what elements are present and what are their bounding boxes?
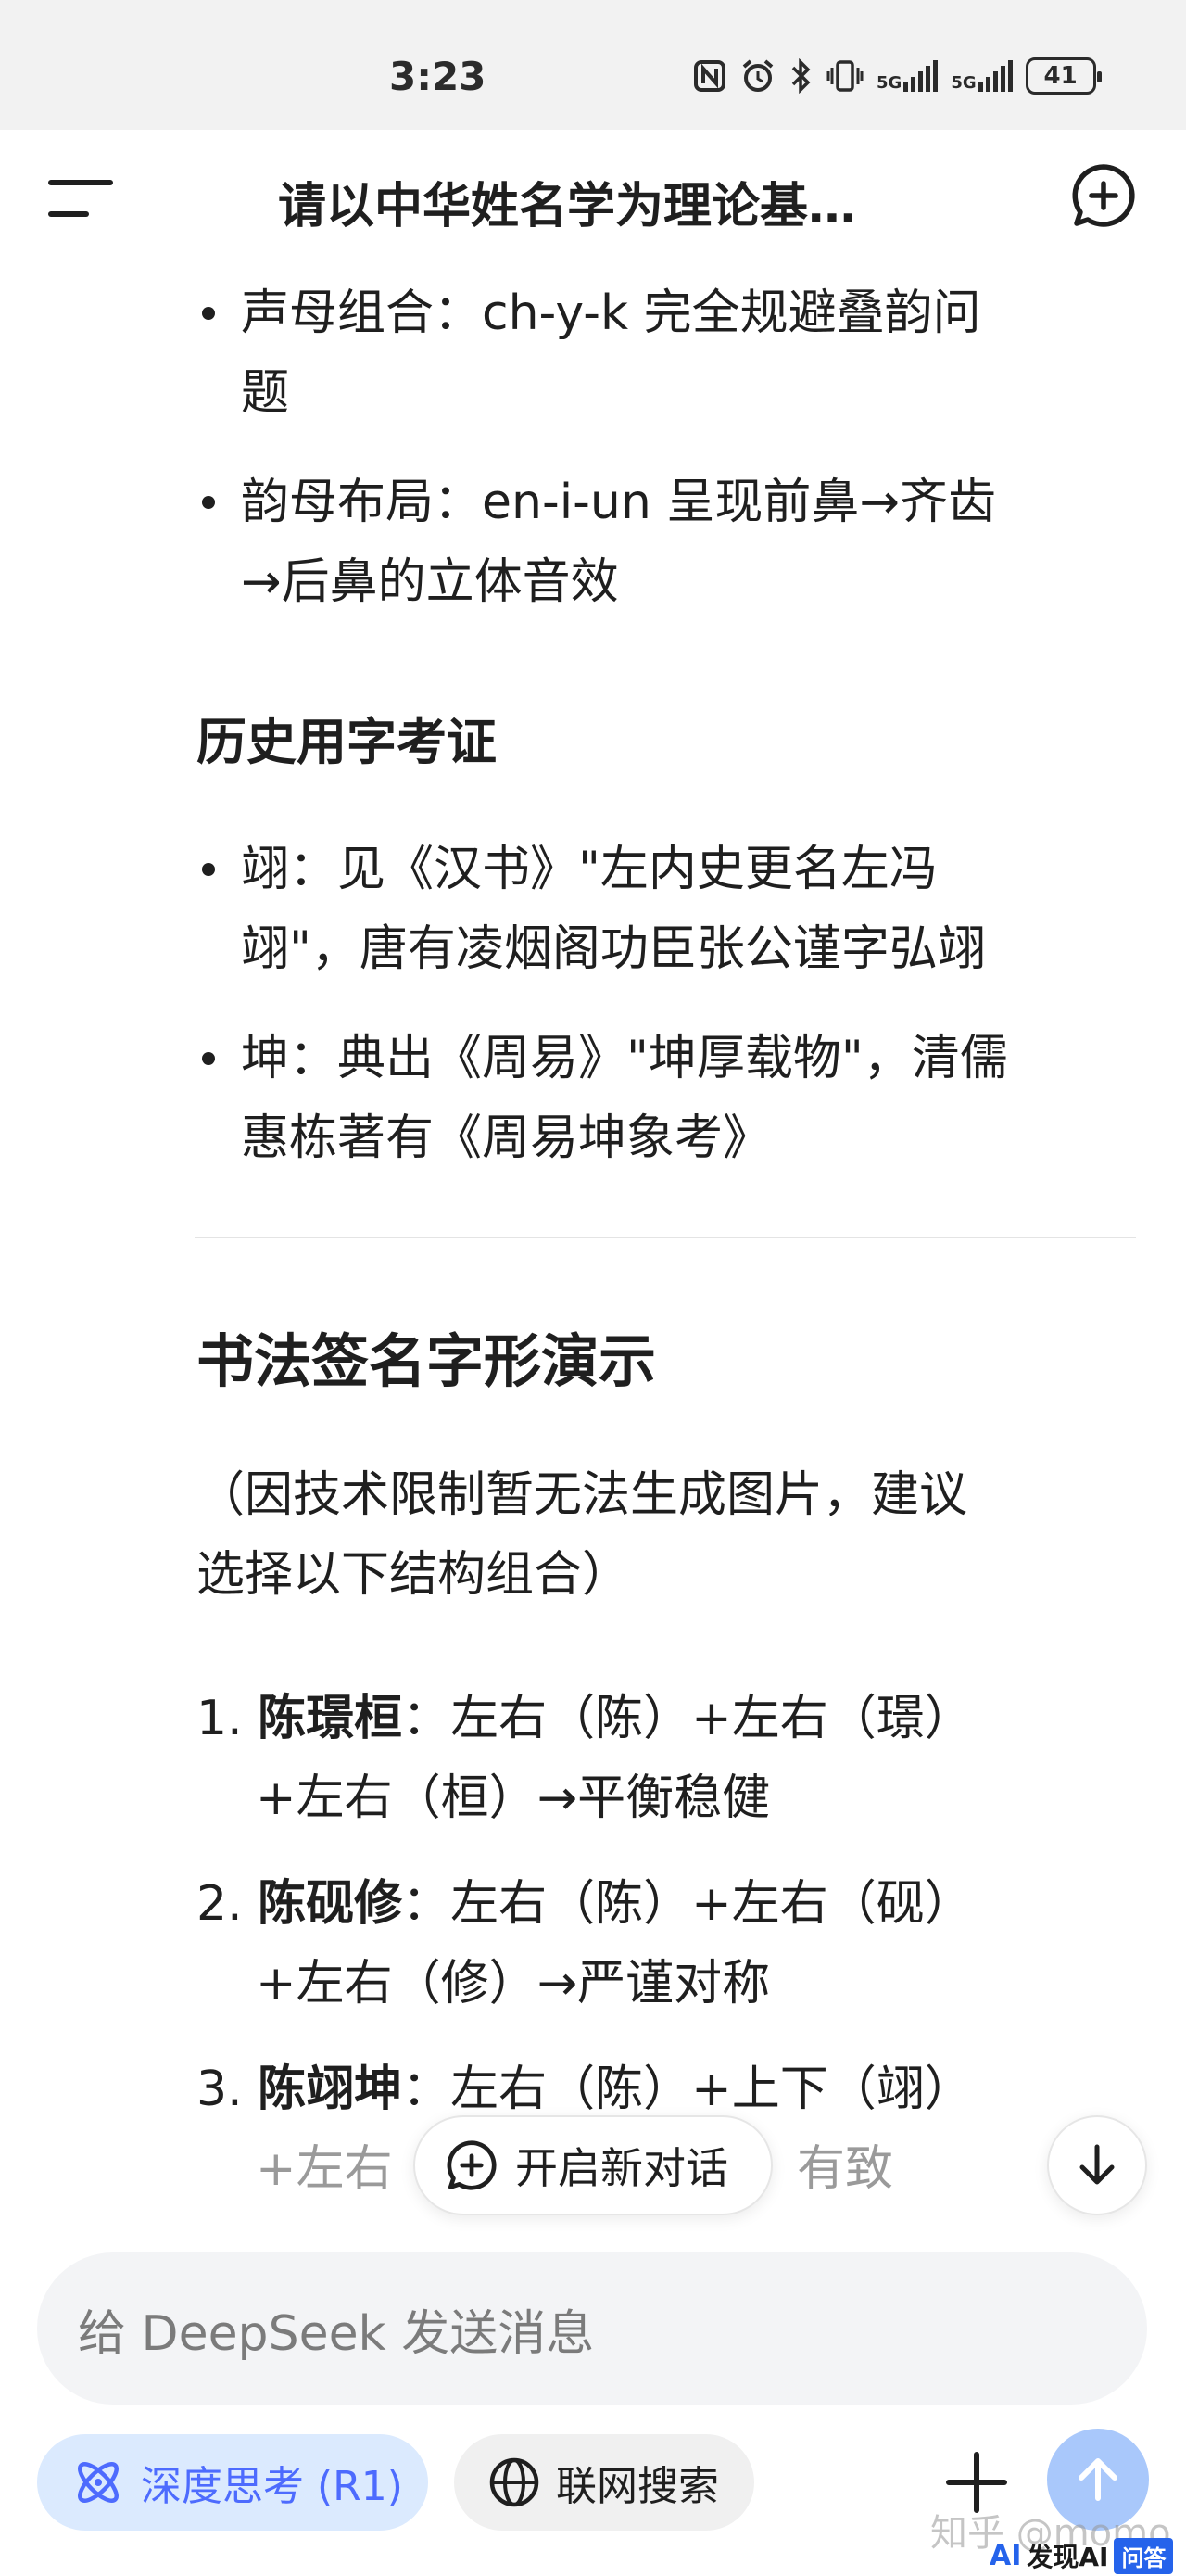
list-number: 1. [196,1691,243,1746]
message-input[interactable]: 给 DeepSeek 发送消息 [37,2252,1147,2405]
list-item-name: 陈璟桓 [258,1691,403,1746]
message-content: 声母组合：ch-y-k 完全规避叠韵问 题 韵母布局：en-i-un 呈现前鼻→… [0,269,1186,2215]
section-heading: 历史用字考证 [196,713,497,771]
list-item-text: +左右 [256,2141,393,2197]
arrow-up-icon [1079,2458,1117,2501]
deep-think-label: 深度思考 (R1) [141,2463,403,2510]
bullet-text: 声母组合：ch-y-k 完全规避叠韵问 [241,286,981,341]
section-heading: 书法签名字形演示 [196,1327,657,1395]
bullet-text: 翊：见《汉书》"左内史更名左冯 [241,842,938,897]
new-chat-icon [447,2140,497,2190]
battery-icon: 41 [1025,57,1102,95]
network-type-1: 5G [877,73,902,93]
new-chat-pill-button[interactable]: 开启新对话 [413,2115,773,2215]
menu-icon[interactable] [48,174,113,224]
status-icons: 5G 5G 41 [693,57,1102,95]
list-item: 2. 陈砚修：左右（陈）+左右（砚） [196,1864,973,1944]
list-number: 2. [196,1876,243,1932]
battery-level: 41 [1043,62,1078,90]
list-item: 1. 陈璟桓：左右（陈）+左右（璟） [196,1679,973,1758]
brand-name: 发现AI [1027,2542,1109,2572]
bullet-dot [202,863,215,876]
alarm-icon [742,59,774,92]
note-text: （因技术限制暂无法生成图片，建议 [196,1467,968,1523]
bullet-text: 翊"，唐有凌烟阁功臣张公谨字弘翊 [241,921,986,977]
bullet-text: 韵母布局：en-i-un 呈现前鼻→齐齿 [241,475,996,530]
signal-icon-1: 5G [877,60,939,93]
brand-ai-mark: AI [990,2539,1022,2572]
globe-icon [489,2457,539,2507]
bullet-text: 坤：典出《周易》"坤厚载物"，清儒 [241,1031,1008,1086]
bullet-text: 惠栋著有《周易坤象考》 [241,1110,772,1166]
list-item-text: ：左右（陈）+左右（璟） [402,1691,973,1746]
watermark-brand: AI 发现AI 问答 [990,2537,1174,2574]
list-item-name: 陈翊坤 [258,2062,403,2117]
brand-box: 问答 [1114,2537,1174,2574]
bluetooth-icon [791,58,811,94]
new-chat-label: 开启新对话 [515,2143,728,2193]
atom-icon [78,2462,119,2503]
network-type-2: 5G [951,73,977,93]
scroll-down-button[interactable] [1047,2115,1147,2215]
list-number: 3. [196,2062,243,2117]
list-item-text: ：左右（陈）+左右（砚） [402,1876,973,1932]
note-text: 选择以下结构组合） [196,1547,631,1603]
bullet-dot [202,496,215,509]
bullet-text: →后鼻的立体音效 [241,554,619,610]
list-item-text: 有致 [797,2141,894,2197]
deep-think-button[interactable]: 深度思考 (R1) [37,2434,428,2531]
web-search-button[interactable]: 联网搜索 [454,2434,754,2531]
arrow-down-icon [1079,2144,1115,2185]
vibrate-icon [826,60,864,92]
divider [195,1237,1136,1238]
list-item-text: +左右（修）→严谨对称 [256,1956,771,2011]
new-chat-icon[interactable] [1069,161,1138,230]
message-input-placeholder: 给 DeepSeek 发送消息 [78,2305,595,2362]
list-item-text: +左右（桓）→平衡稳健 [256,1770,771,1826]
status-bar: 3:23 5G 5G 41 [0,0,1186,130]
bullet-text: 题 [241,365,290,421]
nfc-icon [694,60,725,92]
list-item-text: ：左右（陈）+上下（翊） [402,2062,973,2117]
status-time: 3:23 [389,54,486,99]
bullet-dot [202,307,215,320]
list-item-name: 陈砚修 [258,1876,403,1932]
chat-title[interactable]: 请以中华姓名学为理论基… [278,167,927,236]
web-search-label: 联网搜索 [556,2463,719,2510]
chat-header: 请以中华姓名学为理论基… [0,130,1186,269]
signal-icon-2: 5G [951,60,1013,93]
bullet-dot [202,1052,215,1065]
